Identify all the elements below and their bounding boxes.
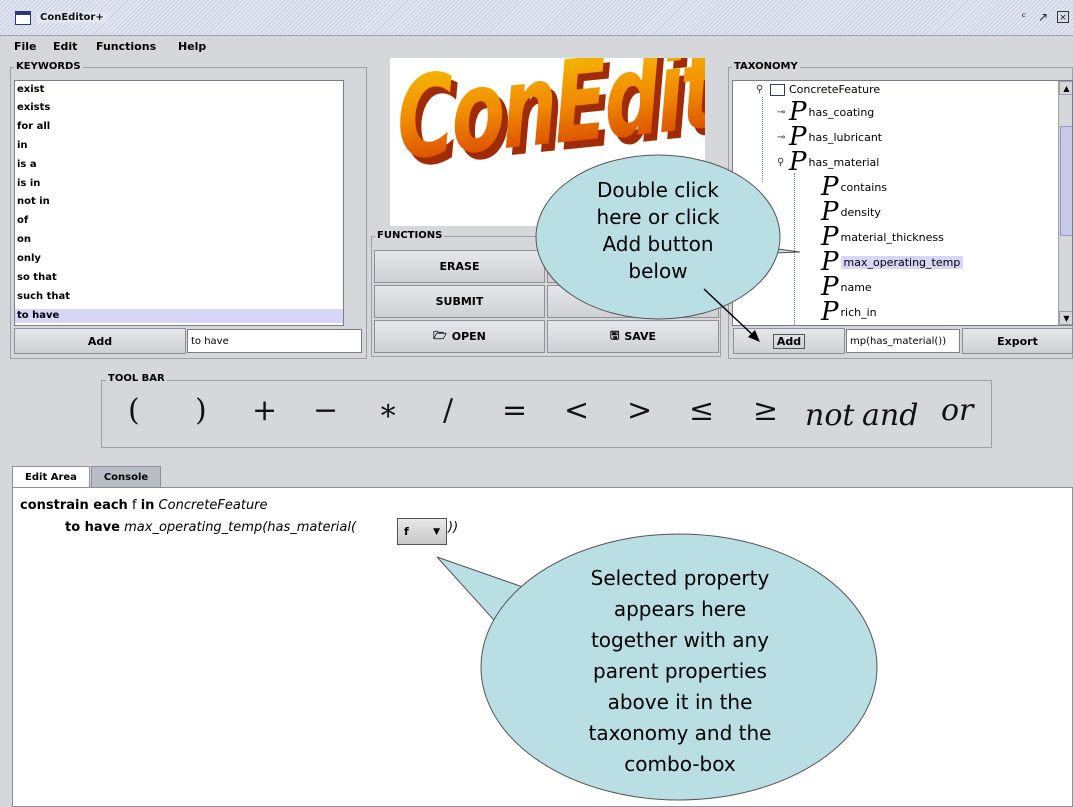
callout-line: above it in the [607, 690, 753, 714]
callout-line: Double click [597, 178, 719, 202]
callout-line: Add button [602, 232, 714, 256]
bottom-callout-text: Selected property appears here together … [530, 563, 830, 780]
callout-line: appears here [613, 597, 747, 621]
callout-line: parent properties [593, 659, 767, 683]
callout-line: below [628, 259, 688, 283]
callout-line: together with any [590, 628, 770, 652]
callout-line: taxonomy and the [588, 721, 772, 745]
callout-line: Selected property [590, 566, 770, 590]
callout-line: combo-box [624, 752, 736, 776]
callout-line: here or click [596, 205, 720, 229]
top-callout-text: Double click here or click Add button be… [540, 177, 776, 285]
